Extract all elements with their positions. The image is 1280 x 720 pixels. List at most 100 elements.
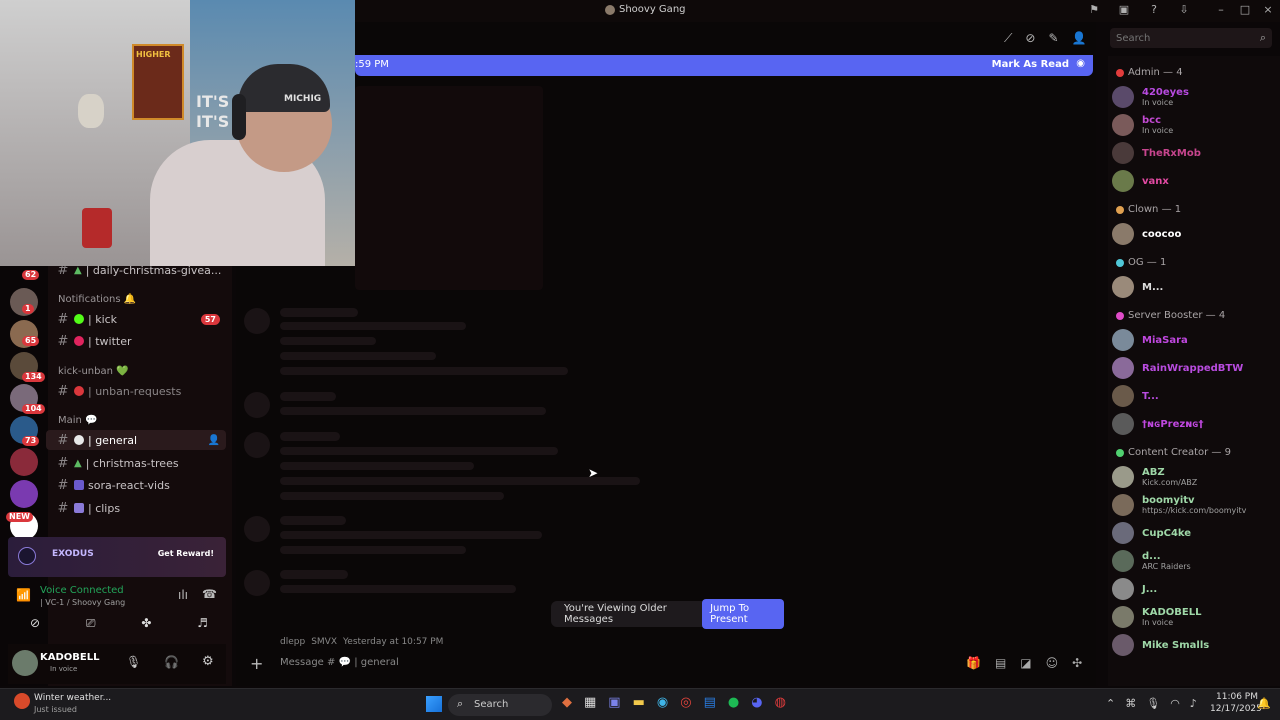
member-item[interactable]: Mike Smalls — [1112, 632, 1276, 658]
member-item[interactable]: ABZ Kick.com/ABZ — [1112, 464, 1276, 490]
emoji-icon[interactable]: ☺ — [1046, 656, 1059, 670]
voice-channel[interactable]: | VC-1 / Shoovy Gang — [40, 598, 125, 607]
minimize-icon[interactable]: – — [1214, 3, 1228, 17]
poster-text: HIGHER — [136, 50, 171, 59]
message-author[interactable]: dlepp — [280, 637, 305, 647]
member-item[interactable]: KADOBELL In voice — [1112, 604, 1276, 630]
chevron-up-icon[interactable]: ⌃ — [1106, 697, 1115, 710]
role-label: OG — 1 — [1128, 257, 1167, 268]
jump-to-present-button[interactable]: Jump To Present — [702, 599, 784, 629]
category-kick-unban[interactable]: kick-unban 💚 — [58, 366, 129, 377]
pin-icon[interactable]: ✎ — [1048, 31, 1058, 46]
file-explorer-icon[interactable]: ▬ — [633, 695, 645, 710]
member-item[interactable]: coocoo — [1112, 221, 1276, 247]
maximize-icon[interactable]: □ — [1238, 3, 1252, 17]
channel-unban-requests[interactable]: # | unban-requests — [46, 381, 226, 401]
headphones-icon[interactable]: 🎧 — [164, 655, 179, 669]
channel-sora-react-vids[interactable]: # sora-react-vids — [46, 475, 226, 495]
member-item[interactable]: d... ARC Raiders — [1112, 548, 1276, 574]
clock-time[interactable]: 11:06 PM — [1216, 692, 1258, 702]
store-icon[interactable]: ▤ — [704, 695, 716, 710]
teams-icon[interactable]: ▣ — [608, 695, 620, 710]
widgets-icon[interactable]: ◆ — [562, 695, 572, 710]
skeleton-line — [280, 407, 546, 415]
channel-kick[interactable]: # | kick 57 — [46, 309, 226, 329]
inbox-icon[interactable]: ⚑ — [1087, 3, 1101, 17]
member-item[interactable]: TheRxMob — [1112, 140, 1276, 166]
soundboard-icon[interactable]: ♬ — [197, 616, 208, 631]
member-item[interactable]: CupC4ke — [1112, 520, 1276, 546]
user-name[interactable]: KADOBELL — [40, 652, 100, 663]
weather-title[interactable]: Winter weather... — [34, 693, 111, 703]
chrome-icon[interactable]: ◎ — [680, 695, 691, 710]
get-reward-button[interactable]: Get Reward! — [158, 549, 214, 558]
activities-icon[interactable]: ✤ — [141, 616, 151, 631]
server-icon[interactable] — [10, 448, 38, 476]
skeleton-avatar — [244, 392, 270, 418]
message-input[interactable]: Message # 💬 | general — [280, 657, 399, 668]
voice-panel: 📶 Voice Connected | VC-1 / Shoovy Gang ı… — [8, 580, 226, 640]
task-view-icon[interactable]: ▦ — [584, 695, 596, 710]
skeleton-line — [280, 447, 558, 455]
microphone-icon[interactable]: 🎙 — [126, 655, 141, 669]
promo-card[interactable]: EXODUS Get Reward! — [8, 537, 226, 577]
channel-general[interactable]: # | general 👤 — [46, 430, 226, 450]
help-icon[interactable]: ? — [1147, 3, 1161, 17]
discord-icon[interactable]: ◕ — [751, 695, 762, 710]
member-item[interactable]: J... — [1112, 576, 1276, 602]
member-item[interactable]: RainWrappedBTW — [1112, 355, 1276, 381]
server-icon[interactable] — [10, 480, 38, 508]
member-item[interactable]: †ɴɢPrezɴɢ† — [1112, 411, 1276, 437]
obs-icon[interactable]: ◍ — [775, 695, 786, 710]
noise-suppression-icon[interactable]: ılı — [178, 588, 188, 602]
volume-icon[interactable]: ♪ — [1190, 697, 1197, 710]
gift-icon[interactable]: 🎁 — [966, 656, 981, 670]
add-attachment-icon[interactable]: + — [250, 654, 263, 673]
gif-icon[interactable]: ▤ — [995, 656, 1006, 670]
apps-icon[interactable]: ✣ — [1072, 656, 1082, 670]
channel-clips[interactable]: # | clips — [46, 498, 226, 518]
member-item[interactable]: 420eyes In voice — [1112, 84, 1276, 110]
taskbar-search[interactable]: ⌕ Search — [448, 694, 552, 716]
clock-date[interactable]: 12/17/2025 — [1210, 704, 1262, 714]
download-icon[interactable]: ⇩ — [1177, 3, 1191, 17]
skeleton-line — [280, 392, 336, 401]
mic-tray-icon[interactable]: 🎙 — [1146, 697, 1160, 710]
voice-status[interactable]: Voice Connected — [40, 585, 124, 596]
weather-alert-icon[interactable] — [14, 693, 30, 709]
avatar[interactable] — [12, 650, 38, 676]
search-box[interactable]: ⌕ — [1110, 28, 1272, 48]
notification-bell-icon[interactable]: 🔔 — [1257, 697, 1271, 710]
member-text: KADOBELL In voice — [1142, 607, 1202, 627]
member-item[interactable]: vanx — [1112, 168, 1276, 194]
disconnect-icon[interactable]: ☎ — [202, 587, 217, 601]
member-item[interactable]: T... — [1112, 383, 1276, 409]
category-notifications[interactable]: Notifications 🔔 — [58, 294, 136, 305]
mark-as-read-button[interactable]: Mark As Read — [992, 59, 1069, 70]
gear-icon[interactable]: ⚙ — [202, 654, 214, 669]
add-member-icon[interactable]: 👤 — [208, 435, 220, 446]
member-item[interactable]: MiaSara — [1112, 327, 1276, 353]
mute-icon[interactable]: ⊘ — [1025, 31, 1035, 46]
skeleton-line — [280, 367, 568, 375]
channel-christmas-trees[interactable]: # ▲ | christmas-trees — [46, 453, 226, 473]
wifi-icon[interactable]: ◠ — [1170, 697, 1180, 710]
new-messages-banner[interactable]: :59 PM Mark As Read ◉ — [355, 55, 1093, 76]
camera-off-icon[interactable]: ⊘ — [30, 616, 40, 631]
search-input[interactable] — [1110, 28, 1250, 48]
screen-share-icon[interactable]: ⎚ — [86, 616, 96, 631]
member-item[interactable]: boomyitv https://kick.com/boomyitv — [1112, 492, 1276, 518]
category-main[interactable]: Main 💬 — [58, 415, 98, 426]
threads-icon[interactable]: ⟋ — [1004, 31, 1012, 46]
close-icon[interactable]: × — [1261, 3, 1275, 17]
edge-icon[interactable]: ◉ — [657, 695, 668, 710]
spotify-icon[interactable]: ● — [728, 695, 739, 710]
member-item[interactable]: M... — [1112, 274, 1276, 300]
member-item[interactable]: bcc In voice — [1112, 112, 1276, 138]
network-icon[interactable]: ⌘ — [1125, 697, 1136, 710]
channel-twitter[interactable]: # | twitter — [46, 331, 226, 351]
members-icon[interactable]: 👤 — [1072, 31, 1087, 46]
sticker-icon[interactable]: ◪ — [1020, 656, 1031, 670]
windows-start-icon[interactable] — [426, 696, 442, 712]
screen-icon[interactable]: ▣ — [1117, 3, 1131, 17]
